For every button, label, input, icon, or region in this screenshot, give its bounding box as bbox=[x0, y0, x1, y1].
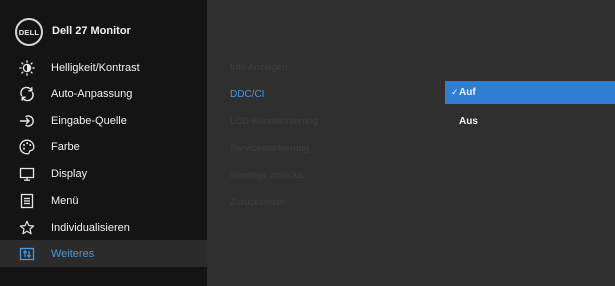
menu-item-display[interactable]: Display bbox=[0, 160, 207, 187]
menu-item-label: Display bbox=[51, 167, 88, 180]
menu-item-label: Individualisieren bbox=[51, 221, 130, 234]
dell-logo: DELL bbox=[15, 18, 43, 46]
submenu-item-factory-reset[interactable]: Zurücksetzen bbox=[230, 197, 287, 208]
menu-item-auto-adjust[interactable]: Auto-Anpassung bbox=[0, 80, 207, 107]
menu-item-label: Helligkeit/Kontrast bbox=[51, 61, 140, 74]
display-icon bbox=[19, 166, 35, 182]
option-off[interactable]: Aus bbox=[445, 110, 615, 133]
star-icon bbox=[19, 220, 35, 236]
osd-window: DELL Dell 27 Monitor Helligkeit/Kontrast bbox=[0, 0, 615, 286]
color-icon bbox=[19, 139, 35, 155]
menu-item-label: Weiteres bbox=[51, 247, 95, 260]
submenu-item-ddc-ci[interactable]: DDC/CI bbox=[230, 89, 264, 100]
menu-item-others[interactable]: Weiteres bbox=[0, 240, 207, 267]
menu-item-personalize[interactable]: Individualisieren bbox=[0, 214, 207, 241]
menu-item-label: Auto-Anpassung bbox=[51, 87, 133, 100]
osd-header: DELL Dell 27 Monitor bbox=[0, 0, 207, 51]
menu-item-label: Menü bbox=[51, 194, 79, 207]
option-label: Auf bbox=[459, 87, 476, 98]
menu-item-input-source[interactable]: Eingabe-Quelle bbox=[0, 107, 207, 134]
menu-item-label: Farbe bbox=[51, 140, 80, 153]
osd-main-menu: DELL Dell 27 Monitor Helligkeit/Kontrast bbox=[0, 0, 207, 286]
menu-item-menu[interactable]: Menü bbox=[0, 187, 207, 214]
others-icon bbox=[19, 246, 35, 262]
submenu-item-service-tag[interactable]: Servicemarkierung bbox=[230, 143, 309, 154]
option-on[interactable]: ✓ Auf bbox=[445, 81, 615, 104]
monitor-model-title: Dell 27 Monitor bbox=[52, 25, 131, 37]
menu-icon bbox=[19, 193, 35, 209]
brightness-icon bbox=[19, 59, 35, 76]
menu-item-label: Eingabe-Quelle bbox=[51, 114, 127, 127]
input-source-icon bbox=[19, 113, 35, 129]
auto-adjust-icon bbox=[19, 86, 35, 102]
submenu-item-lcd-conditioning[interactable]: LCD-Konditionierung bbox=[230, 116, 318, 127]
submenu-item-reset-other[interactable]: Sonstige zurücks. bbox=[230, 170, 305, 181]
submenu-item-display-info[interactable]: Info Anzeigen bbox=[230, 62, 288, 73]
menu-item-brightness-contrast[interactable]: Helligkeit/Kontrast bbox=[0, 54, 207, 81]
checkmark-icon: ✓ bbox=[451, 87, 459, 97]
option-label: Aus bbox=[459, 116, 478, 127]
menu-item-color[interactable]: Farbe bbox=[0, 133, 207, 160]
